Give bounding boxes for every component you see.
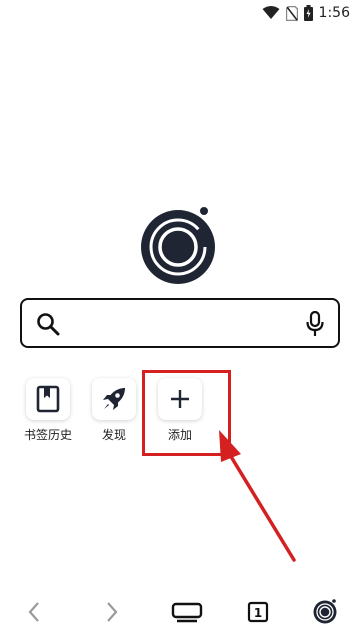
back-icon[interactable]	[26, 600, 42, 628]
forward-icon[interactable]	[104, 600, 120, 628]
search-icon[interactable]	[36, 312, 60, 340]
bottom-nav-bar: 1	[0, 586, 360, 640]
browser-logo	[140, 205, 220, 285]
search-bar[interactable]	[20, 298, 340, 348]
search-input[interactable]	[74, 310, 298, 340]
status-time: 1:56	[318, 5, 350, 21]
menu-logo-icon[interactable]	[313, 598, 339, 628]
tab-count: 1	[254, 606, 262, 620]
tabs-icon[interactable]: 1	[246, 600, 270, 628]
battery-charging-icon	[303, 5, 313, 21]
shortcut-discover[interactable]: 发现	[84, 378, 144, 446]
status-bar: 1:56	[0, 0, 360, 26]
bookmark-icon[interactable]	[26, 378, 70, 420]
annotation-arrow-icon	[219, 430, 296, 562]
display-mode-icon[interactable]	[171, 600, 203, 628]
rocket-icon[interactable]	[92, 378, 136, 420]
shortcut-label: 书签历史	[23, 428, 72, 442]
no-sim-icon	[285, 5, 298, 21]
shortcut-label: 发现	[101, 428, 126, 442]
microphone-icon[interactable]	[306, 310, 324, 341]
shortcut-bookmarks-history[interactable]: 书签历史	[18, 378, 78, 446]
wifi-icon	[262, 6, 280, 20]
